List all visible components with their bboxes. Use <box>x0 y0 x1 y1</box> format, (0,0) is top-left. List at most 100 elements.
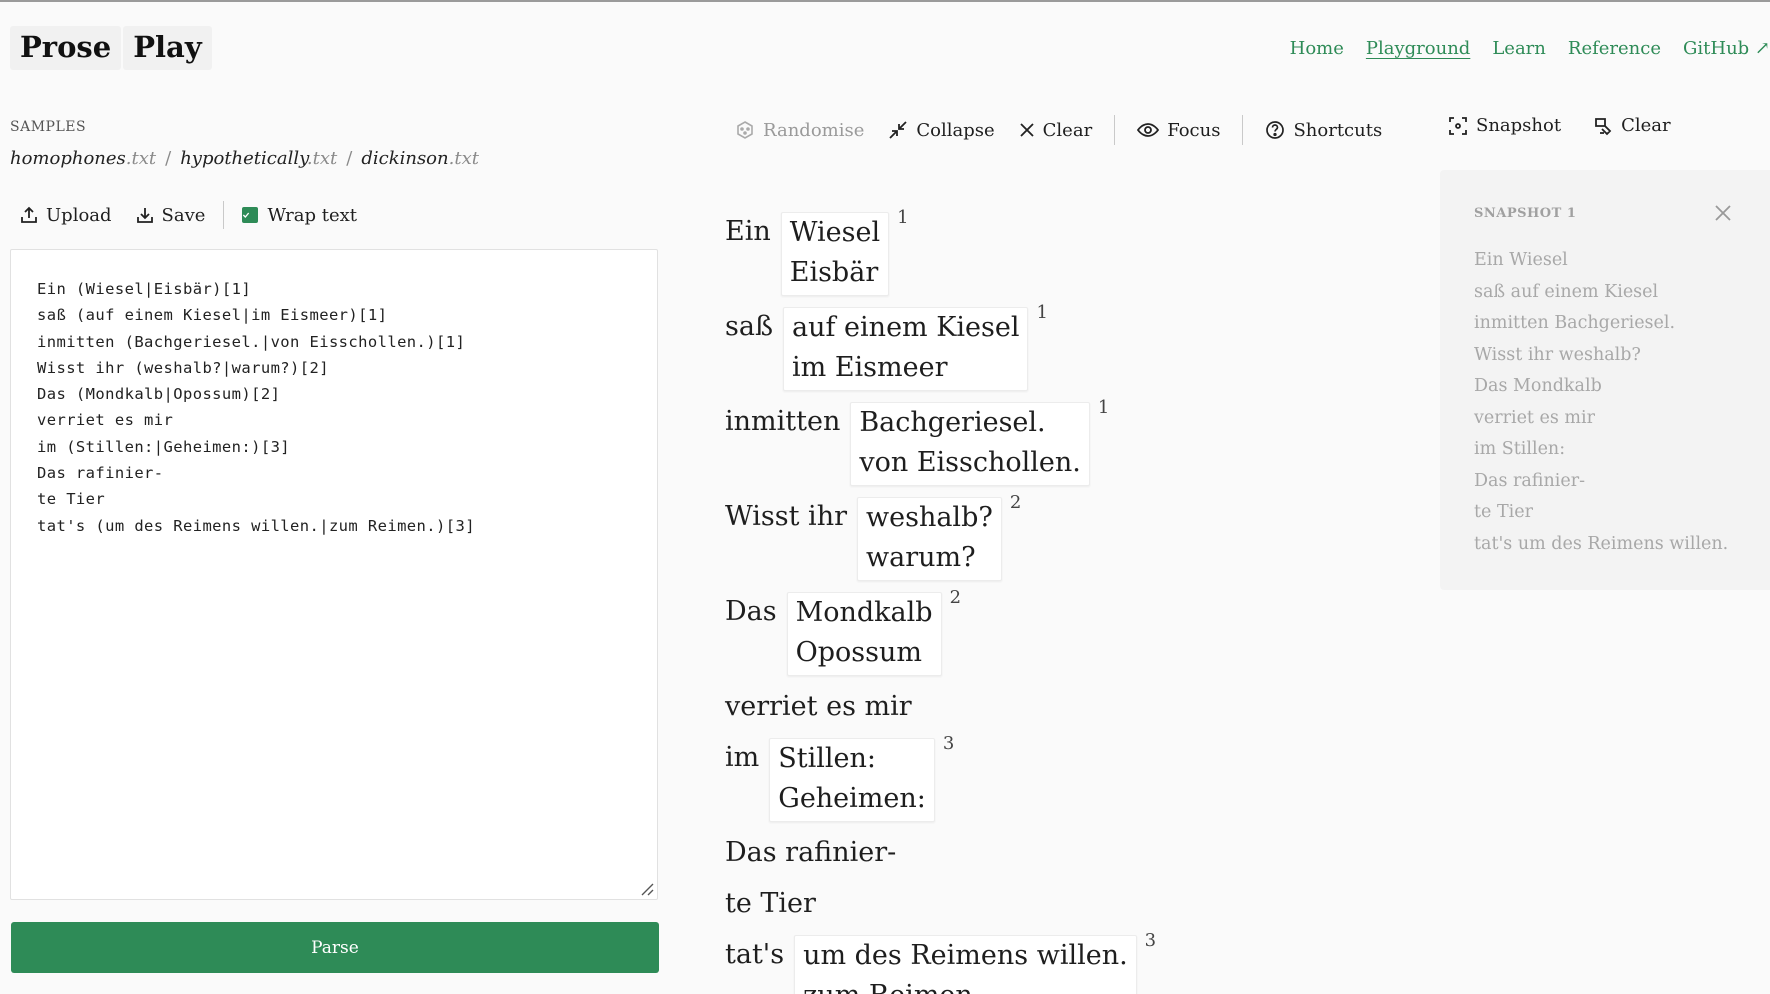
focus-button[interactable]: Focus <box>1137 120 1220 141</box>
wrap-text-toggle[interactable]: Wrap text <box>242 205 357 226</box>
alternatives-box[interactable]: Stillen: Geheimen: <box>769 738 935 822</box>
snapshot-line: Ein Wiesel <box>1474 250 1568 270</box>
clear-snapshots-button[interactable]: Clear <box>1593 115 1671 136</box>
group-number: 1 <box>1036 302 1048 323</box>
poem-line: Das rafinier- <box>725 833 1156 873</box>
nav-reference[interactable]: Reference <box>1568 38 1661 59</box>
alternative-option[interactable]: warum? <box>866 538 993 578</box>
group-number: 3 <box>1144 930 1157 951</box>
poem-output: Ein Wiesel Eisbär 1 saß auf einem Kiesel im Ei… <box>725 207 1156 994</box>
poem-text: verriet es mir <box>725 691 912 722</box>
collapse-button[interactable]: Collapse <box>888 120 995 141</box>
upload-button[interactable]: Upload <box>20 205 112 226</box>
top-nav: Home Playground Learn Reference GitHub ↗ <box>1268 38 1770 59</box>
snapshot-toolbar: Snapshot Clear <box>1448 115 1703 136</box>
poem-text: Ein <box>725 216 771 247</box>
collapse-icon <box>889 121 908 139</box>
resize-handle-icon[interactable] <box>639 881 655 897</box>
editor-toolbar: Upload Save Wrap text <box>20 201 357 229</box>
alternative-option[interactable]: im Eismeer <box>792 348 1019 388</box>
group-number: 2 <box>949 587 962 608</box>
poem-text: inmitten <box>725 406 841 437</box>
alternative-option[interactable]: zum Reimen. <box>803 976 1128 994</box>
upload-icon <box>21 206 37 223</box>
alternative-option[interactable]: weshalb? <box>866 498 993 538</box>
snapshot-line: te Tier <box>1474 502 1533 522</box>
alternative-option[interactable]: Stillen: <box>778 739 926 779</box>
nav-home[interactable]: Home <box>1290 38 1344 59</box>
help-circle-icon <box>1266 121 1285 139</box>
parse-button[interactable]: Parse <box>11 922 659 973</box>
alternative-option[interactable]: Geheimen: <box>778 779 926 819</box>
samples-list: homophones.txt / hypothetically.txt / di… <box>10 148 479 169</box>
shortcuts-button[interactable]: Shortcuts <box>1265 120 1382 141</box>
poem-line: te Tier <box>725 884 1156 924</box>
snapshot-line: saß auf einem Kiesel <box>1474 281 1659 302</box>
alternative-option[interactable]: um des Reimens willen. <box>803 936 1128 976</box>
poem-text: te Tier <box>725 888 816 919</box>
poem-text: Wisst ihr <box>725 501 847 532</box>
poem-line: im Stillen: Geheimen: 3 <box>725 733 1156 822</box>
sample-homophones[interactable]: homophones.txt <box>10 148 156 169</box>
toolbar-divider <box>1242 115 1244 145</box>
alternatives-box[interactable]: Bachgeriesel. von Eisschollen. <box>850 402 1090 486</box>
toolbar-divider <box>223 201 225 229</box>
snapshot-lines: Ein Wiesel saß auf einem Kiesel inmitten B… <box>1474 245 1770 560</box>
nav-github[interactable]: GitHub ↗ <box>1683 38 1770 59</box>
close-icon <box>1020 123 1034 137</box>
poem-line: tat's um des Reimens willen.zum Reimen. 3 <box>725 930 1156 994</box>
snapshot-line: im Stillen: <box>1474 439 1566 459</box>
poem-text: saß <box>725 311 773 342</box>
group-number: 1 <box>1097 397 1110 418</box>
snapshot-line: inmitten Bachgeriesel. <box>1474 313 1676 333</box>
alternative-option[interactable]: Wiesel <box>790 213 880 253</box>
sample-separator: / <box>346 148 353 169</box>
alternative-option[interactable]: auf einem Kiesel <box>792 308 1019 348</box>
snapshot-line: Das Mondkalb <box>1474 376 1602 396</box>
alternative-option[interactable]: von Eisschollen. <box>859 443 1081 483</box>
poem-line: Ein Wiesel Eisbär 1 <box>725 207 1156 296</box>
alternatives-box[interactable]: auf einem Kiesel im Eismeer <box>783 307 1029 391</box>
alternatives-box[interactable]: weshalb? warum? <box>857 497 1002 581</box>
alternatives-box[interactable]: Mondkalb Opossum <box>786 592 942 676</box>
group-number: 3 <box>942 733 955 754</box>
clear-button[interactable]: Clear <box>1019 120 1092 141</box>
toolbar-divider <box>1114 115 1116 145</box>
group-number: 1 <box>897 207 909 228</box>
eraser-icon <box>1595 117 1612 135</box>
alternatives-box[interactable]: Wiesel Eisbär <box>780 212 890 296</box>
source-text[interactable]: Ein (Wiesel|Eisbär)[1] saß (auf einem Ki… <box>37 276 631 539</box>
poem-line: inmitten Bachgeriesel. von Eisschollen. 1 <box>725 397 1156 486</box>
poem-text: Das rafinier- <box>725 837 897 868</box>
download-icon <box>136 208 153 223</box>
randomise-button[interactable]: Randomise <box>735 120 864 141</box>
samples-label: SAMPLES <box>10 119 87 135</box>
alternative-option[interactable]: Mondkalb <box>796 593 933 633</box>
poem-line: verriet es mir <box>725 687 1156 727</box>
snapshot-button[interactable]: Snapshot <box>1448 115 1561 136</box>
poem-toolbar: Randomise Collapse Clear Focus Shortcuts <box>735 115 1406 145</box>
alternative-option[interactable]: Opossum <box>796 633 933 673</box>
poem-text: im <box>725 742 760 773</box>
dice-icon <box>737 121 753 139</box>
sample-dickinson[interactable]: dickinson.txt <box>361 148 479 169</box>
close-icon[interactable] <box>1714 204 1732 222</box>
sample-separator: / <box>165 148 172 169</box>
poem-line: Das Mondkalb Opossum 2 <box>725 587 1156 676</box>
alternative-option[interactable]: Eisbär <box>790 253 880 293</box>
save-button[interactable]: Save <box>136 205 205 226</box>
nav-learn[interactable]: Learn <box>1492 38 1546 59</box>
poem-line: saß auf einem Kiesel im Eismeer 1 <box>725 302 1156 391</box>
eye-icon <box>1137 123 1160 137</box>
snapshot-icon <box>1449 116 1467 135</box>
logo[interactable]: Prose Play <box>10 26 212 70</box>
logo-play: Play <box>123 26 212 70</box>
poem-line: Wisst ihr weshalb? warum? 2 <box>725 492 1156 581</box>
nav-playground[interactable]: Playground <box>1366 38 1470 59</box>
sample-hypothetically[interactable]: hypothetically.txt <box>180 148 337 169</box>
alternative-option[interactable]: Bachgeriesel. <box>859 403 1081 443</box>
source-editor[interactable]: Ein (Wiesel|Eisbär)[1] saß (auf einem Ki… <box>10 249 658 900</box>
checkbox-checked-icon[interactable] <box>242 207 259 223</box>
alternatives-box[interactable]: um des Reimens willen.zum Reimen. <box>794 935 1137 994</box>
snapshot-line: Wisst ihr weshalb? <box>1474 344 1641 365</box>
